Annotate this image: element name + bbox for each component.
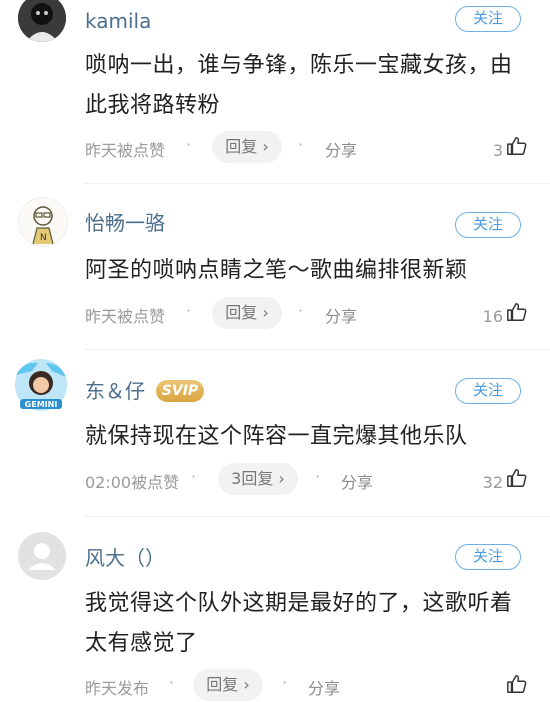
comment-item: GEMINI 东＆仔 SVIP 关注 就保持现在这个阵容一直完爆其他乐队 02:… (0, 351, 550, 518)
divider (84, 183, 550, 184)
share-button[interactable]: 分享 (325, 303, 357, 327)
share-button[interactable]: 分享 (325, 137, 357, 161)
separator-dot: · (169, 673, 175, 692)
like-count: 32 (482, 473, 503, 492)
reply-button[interactable]: 回复 › (212, 131, 282, 163)
divider (84, 516, 550, 517)
posted-time: 昨天发布 (85, 679, 150, 698)
comment-item: kamila 关注 唢呐一出，谁与争锋，陈乐一宝藏女孩，由此我将路转粉 昨天被点… (0, 0, 550, 185)
follow-button[interactable]: 关注 (455, 544, 521, 570)
thumbs-up-icon[interactable] (506, 673, 528, 695)
separator-dot: · (191, 467, 197, 486)
separator-dot: · (186, 301, 192, 320)
comment-item: 风大（） 关注 我觉得这个队外这期是最好的了，这歌听着太有感觉了 昨天发布 · … (0, 518, 550, 702)
svip-badge: SVIP (156, 380, 204, 402)
avatar-sketch-icon: N (19, 198, 67, 246)
follow-button[interactable]: 关注 (455, 212, 521, 238)
divider (84, 349, 550, 350)
comment-text: 就保持现在这个阵容一直完爆其他乐队 (85, 424, 468, 449)
share-button[interactable]: 分享 (308, 675, 340, 699)
reply-button[interactable]: 3回复 › (218, 463, 298, 495)
thumbs-up-icon[interactable] (506, 135, 528, 157)
username[interactable]: 东＆仔 (85, 378, 145, 404)
comment-meta: 昨天发布 · 回复 › · 分享 (85, 669, 535, 701)
liked-time: 昨天被点赞 (85, 307, 166, 326)
avatar[interactable]: GEMINI (10, 355, 72, 417)
comment-item: N 怡畅一骆 关注 阿圣的唢呐点睛之笔～歌曲编排很新颖 昨天被点赞 · 回复 ›… (0, 185, 550, 351)
separator-dot: · (282, 673, 288, 692)
follow-button[interactable]: 关注 (455, 6, 521, 32)
thumbs-up-icon[interactable] (506, 301, 528, 323)
separator-dot: · (298, 301, 304, 320)
avatar-dark-icon (18, 0, 66, 42)
comment-text: 唢呐一出，谁与争锋，陈乐一宝藏女孩，由此我将路转粉 (85, 53, 513, 118)
separator-dot: · (298, 135, 304, 154)
username[interactable]: 风大（） (85, 545, 165, 571)
svg-text:N: N (40, 233, 47, 243)
reply-button[interactable]: 回复 › (193, 669, 263, 701)
share-button[interactable]: 分享 (341, 469, 373, 493)
follow-button[interactable]: 关注 (455, 378, 521, 404)
thumbs-up-icon[interactable] (506, 467, 528, 489)
username[interactable]: kamila (85, 8, 151, 34)
reply-button[interactable]: 回复 › (212, 297, 282, 329)
username[interactable]: 怡畅一骆 (85, 210, 165, 236)
avatar[interactable] (18, 532, 66, 580)
avatar-default-icon (18, 532, 66, 580)
like-count: 16 (482, 307, 503, 326)
separator-dot: · (186, 135, 192, 154)
liked-time: 昨天被点赞 (85, 141, 166, 160)
avatar-gemini-icon: GEMINI (15, 359, 67, 411)
separator-dot: · (315, 467, 321, 486)
comment-text: 阿圣的唢呐点睛之笔～歌曲编排很新颖 (85, 258, 468, 283)
avatar[interactable]: N (18, 197, 68, 247)
like-count: 3 (492, 141, 503, 160)
svg-text:GEMINI: GEMINI (25, 400, 58, 409)
liked-time: 02:00被点赞 (85, 473, 180, 492)
avatar[interactable] (18, 0, 66, 42)
comment-text: 我觉得这个队外这期是最好的了，这歌听着太有感觉了 (85, 591, 513, 656)
